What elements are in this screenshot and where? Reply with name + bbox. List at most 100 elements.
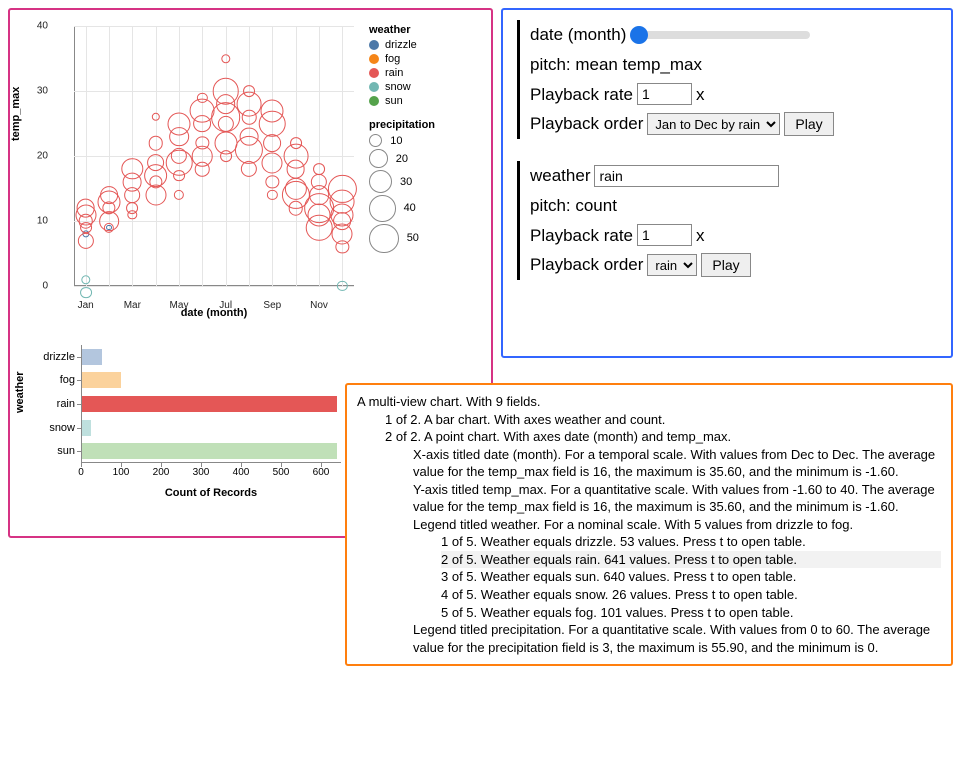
legend-label: fog — [385, 53, 400, 65]
data-point — [235, 135, 263, 163]
legend-item: snow — [369, 81, 476, 93]
legend-weather-title: weather — [369, 24, 476, 36]
legend-label: snow — [385, 81, 411, 93]
data-point — [174, 190, 184, 200]
bar-rect — [81, 396, 337, 412]
legend-size-ring-icon — [369, 170, 392, 193]
data-point — [337, 281, 347, 291]
legend-size-item: 20 — [369, 149, 476, 168]
legend-swatch-icon — [369, 40, 379, 50]
x-axis-title: date (month) — [181, 307, 248, 319]
data-point — [241, 161, 257, 177]
data-point — [148, 136, 163, 151]
control-block-date: date (month) pitch: mean temp_max Playba… — [517, 20, 937, 139]
data-point — [195, 162, 210, 177]
bar-category-label: fog — [60, 374, 75, 386]
bar-plot-area: Count of Records drizzlefograinsnowsun01… — [81, 345, 341, 463]
data-point — [313, 163, 325, 175]
y-tick-label: 40 — [37, 21, 48, 32]
bar-y-axis-title: weather — [14, 371, 26, 413]
data-point — [290, 137, 302, 149]
y-tick-label: 0 — [42, 281, 48, 292]
point-plot-area: 010203040 JanMarMayJulSepNov date (month… — [74, 26, 354, 286]
control-block-weather: weather pitch: count Playback rate x Pla… — [517, 161, 937, 280]
desc-line: 2 of 2. A point chart. With axes date (m… — [385, 428, 941, 446]
legend-size-item: 50 — [369, 224, 476, 254]
date-month-label: date (month) — [530, 20, 626, 50]
playback-order-label: Playback order — [530, 109, 643, 139]
play-button[interactable]: Play — [784, 112, 833, 136]
legend-size-ring-icon — [369, 149, 388, 168]
playback-rate-input[interactable] — [637, 83, 692, 105]
bar-x-tick-label: 400 — [233, 467, 250, 478]
legend-label: sun — [385, 95, 403, 107]
legend-size-label: 10 — [390, 135, 402, 147]
legend-label: drizzle — [385, 39, 417, 51]
legend-size-item: 40 — [369, 195, 476, 222]
legend-swatch-icon — [369, 82, 379, 92]
playback-rate-input-2[interactable] — [637, 224, 692, 246]
data-point — [151, 113, 159, 121]
x-tick-label: Jan — [78, 300, 94, 311]
bar-rect — [81, 443, 337, 459]
legend-swatch-icon — [369, 68, 379, 78]
data-point — [243, 85, 255, 97]
date-slider[interactable] — [630, 31, 810, 39]
legend-item: sun — [369, 95, 476, 107]
desc-line: 4 of 5. Weather equals snow. 26 values. … — [441, 586, 941, 604]
playback-order-select[interactable]: Jan to Dec by rain — [647, 113, 780, 135]
bar-category-label: drizzle — [43, 351, 75, 363]
desc-line: 1 of 5. Weather equals drizzle. 53 value… — [441, 533, 941, 551]
data-point — [80, 287, 92, 299]
desc-line: A multi-view chart. With 9 fields. — [357, 393, 941, 411]
data-point — [221, 54, 230, 63]
bar-rect — [81, 420, 91, 436]
desc-line-highlighted: 2 of 5. Weather equals rain. 641 values.… — [441, 551, 941, 569]
data-point — [336, 240, 349, 253]
data-point — [212, 78, 239, 105]
pitch-label: pitch: mean temp_max — [530, 50, 937, 80]
legend-size-label: 40 — [404, 202, 416, 214]
bar-x-tick-label: 100 — [113, 467, 130, 478]
y-tick-label: 20 — [37, 151, 48, 162]
desc-line: Legend titled precipitation. For a quant… — [413, 621, 941, 656]
data-point — [81, 275, 90, 284]
y-axis-title: temp_max — [10, 87, 22, 141]
desc-line: Legend titled weather. For a nominal sca… — [413, 516, 941, 534]
legend-size-label: 30 — [400, 176, 412, 188]
bar-x-tick-label: 500 — [273, 467, 290, 478]
bar-rect — [81, 349, 102, 365]
point-chart-plot-container: temp_max 010203040 JanMarMayJulSepNov da… — [16, 16, 361, 331]
data-point — [104, 222, 114, 232]
weather-input[interactable] — [594, 165, 779, 187]
legend-size-label: 20 — [396, 153, 408, 165]
desc-line: 3 of 5. Weather equals sun. 640 values. … — [441, 568, 941, 586]
bar-category-label: rain — [57, 398, 75, 410]
legend-size-ring-icon — [369, 224, 399, 254]
playback-order-select-2[interactable]: rain — [647, 254, 697, 276]
rate-suffix-2: x — [696, 221, 705, 251]
legend-size-ring-icon — [369, 134, 382, 147]
legend-item: fog — [369, 53, 476, 65]
legend-label: rain — [385, 67, 403, 79]
rate-suffix: x — [696, 80, 705, 110]
bar-category-label: snow — [49, 422, 75, 434]
bar-x-tick-label: 300 — [193, 467, 210, 478]
desc-line: 5 of 5. Weather equals fog. 101 values. … — [441, 604, 941, 622]
play-button-2[interactable]: Play — [701, 253, 750, 277]
legend-item: drizzle — [369, 39, 476, 51]
data-point — [266, 175, 279, 188]
data-point — [145, 185, 166, 206]
slider-thumb-icon[interactable] — [630, 26, 648, 44]
desc-line: Y-axis titled temp_max. For a quantitati… — [413, 481, 941, 516]
legend-precip-title: precipitation — [369, 119, 476, 131]
y-tick-label: 10 — [37, 216, 48, 227]
legend-size-item: 10 — [369, 134, 476, 147]
legend-size-item: 30 — [369, 170, 476, 193]
legend-swatch-icon — [369, 96, 379, 106]
sonification-controls-panel: date (month) pitch: mean temp_max Playba… — [501, 8, 953, 358]
point-chart: temp_max 010203040 JanMarMayJulSepNov da… — [16, 16, 485, 331]
bar-category-label: sun — [57, 445, 75, 457]
bar-x-tick-label: 0 — [78, 467, 84, 478]
data-point — [78, 232, 94, 248]
